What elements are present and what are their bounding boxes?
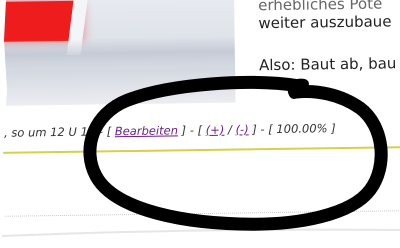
zoom-in-link[interactable]: (+) — [206, 123, 225, 137]
separator: ] — [331, 121, 336, 136]
zoom-out-link[interactable]: (-) — [235, 122, 248, 136]
article-photo — [0, 0, 236, 106]
zoom-level: 100.00% — [276, 121, 328, 136]
post-footer: ?, so um 12 U 10 - [ Bearbeiten ] - [ (+… — [0, 121, 336, 140]
article-text-line: weiter auszubaue — [258, 12, 392, 33]
footer-divider — [0, 146, 400, 154]
separator: ] - [ — [252, 122, 273, 137]
page-content: erhebliches Pote weiter auszubaue Also: … — [0, 0, 400, 244]
post-time: ?, so um 12 U 10 - [ — [0, 124, 112, 140]
article-text-line: Also: Baut ab, bau — [258, 54, 397, 75]
edit-link[interactable]: Bearbeiten — [115, 123, 178, 138]
separator: / — [227, 122, 232, 137]
dotted-divider — [0, 210, 400, 217]
photo-shadow-streak — [0, 36, 236, 70]
separator: ] - [ — [181, 123, 203, 138]
screenshot-stage: erhebliches Pote weiter auszubaue Also: … — [0, 0, 400, 248]
